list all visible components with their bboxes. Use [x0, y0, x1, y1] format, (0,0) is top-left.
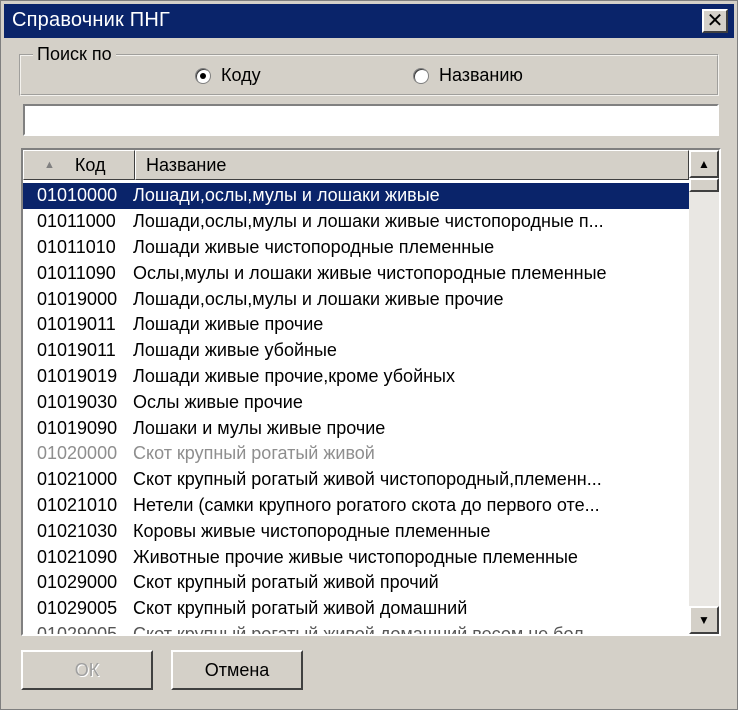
- radio-by-name-label: Названию: [439, 65, 523, 85]
- search-by-legend: Поиск по: [33, 44, 116, 65]
- list-row[interactable]: 01029000 Скот крупный рогатый живой прочи…: [23, 570, 689, 596]
- row-name: Скот крупный рогатый живой домашний весо…: [133, 623, 599, 636]
- row-name: Лошади живые чистопородные племенные: [133, 236, 495, 257]
- radio-by-code[interactable]: Коду: [195, 65, 261, 86]
- arrow-down-icon: ▼: [698, 613, 710, 627]
- list-row[interactable]: 01021090 Животные прочие живые чистопород…: [23, 544, 689, 570]
- row-name: Скот крупный рогатый живой домашний: [133, 598, 468, 619]
- title-bar[interactable]: Справочник ПНГ ✕: [4, 4, 734, 38]
- row-code: 01021010: [37, 494, 118, 515]
- results-list[interactable]: ▲ Код Название 01010000 Лошади,ослы,мулы …: [21, 148, 721, 636]
- row-name: Лошади живые прочие,кроме убойных: [133, 365, 455, 386]
- column-header-code[interactable]: ▲ Код: [23, 150, 135, 180]
- list-row[interactable]: 01019011 Лошади живые прочие: [23, 312, 689, 338]
- column-header-name[interactable]: Название: [135, 150, 689, 180]
- row-code: 01019011: [37, 314, 116, 335]
- radio-by-name[interactable]: Названию: [413, 65, 523, 86]
- scroll-down-button[interactable]: ▼: [689, 606, 719, 634]
- row-name: Скот крупный рогатый живой прочий: [133, 572, 439, 593]
- search-input[interactable]: [25, 106, 721, 136]
- ok-button[interactable]: ОК: [21, 650, 153, 690]
- row-name: Животные прочие живые чистопородные плем…: [133, 546, 578, 567]
- window-title: Справочник ПНГ: [12, 9, 170, 31]
- arrow-up-icon: ▲: [698, 157, 710, 171]
- scroll-thumb[interactable]: [689, 178, 719, 192]
- scroll-up-button[interactable]: ▲: [689, 150, 719, 178]
- row-code: 01021000: [37, 469, 118, 490]
- list-row[interactable]: 01020000 Скот крупный рогатый живой: [23, 441, 689, 467]
- list-row[interactable]: 01011000 Лошади,ослы,мулы и лошаки живые …: [23, 209, 689, 235]
- radio-by-code-label: Коду: [221, 65, 261, 85]
- row-name: Ослы живые прочие: [133, 391, 303, 412]
- row-name: Нетели (самки крупного рогатого скота до…: [133, 494, 600, 515]
- row-name: Лошади живые убойные: [133, 340, 337, 361]
- row-name: Коровы живые чистопородные племенные: [133, 520, 491, 541]
- row-code: 01011010: [37, 236, 116, 257]
- list-row[interactable]: 01019090 Лошаки и мулы живые прочие: [23, 415, 689, 441]
- row-code: 01019011: [37, 340, 116, 361]
- list-row[interactable]: 01029005 Скот крупный рогатый живой домаш…: [23, 596, 689, 622]
- list-row[interactable]: 01021030 Коровы живые чистопородные племе…: [23, 518, 689, 544]
- row-name: Ослы,мулы и лошаки живые чистопородные п…: [133, 262, 607, 283]
- list-rows: 01010000 Лошади,ослы,мулы и лошаки живые 0…: [23, 183, 689, 636]
- search-field[interactable]: [23, 104, 721, 136]
- row-name: Лошади,ослы,мулы и лошаки живые прочие: [133, 288, 504, 309]
- list-header: ▲ Код Название: [23, 150, 693, 180]
- row-code: 01010000: [37, 185, 118, 206]
- row-code: 01029005: [37, 598, 118, 619]
- row-code: 01011090: [37, 262, 116, 283]
- row-code: 01021090: [37, 546, 118, 567]
- list-row[interactable]: 01029005 Скот крупный рогатый живой домаш…: [23, 622, 689, 636]
- list-row[interactable]: 01019019 Лошади живые прочие,кроме убойны…: [23, 364, 689, 390]
- close-button[interactable]: ✕: [702, 9, 728, 33]
- row-name: Лошади,ослы,мулы и лошаки живые: [133, 185, 440, 206]
- row-code: 01021030: [37, 520, 118, 541]
- row-code: 01019000: [37, 288, 118, 309]
- sort-ascending-icon: ▲: [44, 159, 55, 171]
- row-code: 01029005: [37, 623, 118, 636]
- row-name: Лошади,ослы,мулы и лошаки живые чистопор…: [133, 211, 604, 232]
- list-row[interactable]: 01021010 Нетели (самки крупного рогатого …: [23, 493, 689, 519]
- radio-checked-icon[interactable]: [195, 67, 211, 84]
- list-row[interactable]: 01021000 Скот крупный рогатый живой чисто…: [23, 467, 689, 493]
- list-row[interactable]: 01019030 Ослы живые прочие: [23, 389, 689, 415]
- vertical-scrollbar[interactable]: ▲ ▼: [689, 150, 719, 634]
- cancel-button[interactable]: Отмена: [171, 650, 303, 690]
- radio-unchecked-icon[interactable]: [413, 67, 429, 84]
- row-name: Скот крупный рогатый живой: [133, 443, 375, 464]
- row-name: Лошади живые прочие: [133, 314, 324, 335]
- row-name: Лошаки и мулы живые прочие: [133, 417, 386, 438]
- column-header-code-label: Код: [74, 154, 106, 175]
- close-icon: ✕: [706, 10, 724, 32]
- search-by-group: Поиск по Коду Названию: [19, 44, 719, 96]
- row-code: 01019090: [37, 417, 118, 438]
- column-header-name-label: Название: [146, 154, 227, 175]
- list-row[interactable]: 01019011 Лошади живые убойные: [23, 338, 689, 364]
- list-row[interactable]: 01011010 Лошади живые чистопородные племе…: [23, 235, 689, 261]
- row-name: Скот крупный рогатый живой чистопородный…: [133, 469, 602, 490]
- list-row[interactable]: 01019000 Лошади,ослы,мулы и лошаки живые …: [23, 286, 689, 312]
- row-code: 01011000: [37, 211, 116, 232]
- dialog-window: Справочник ПНГ ✕ Поиск по Коду Названию …: [0, 0, 738, 710]
- row-code: 01020000: [37, 443, 118, 464]
- row-code: 01019019: [37, 365, 118, 386]
- list-row[interactable]: 01011090 Ослы,мулы и лошаки живые чистопо…: [23, 260, 689, 286]
- list-row[interactable]: 01010000 Лошади,ослы,мулы и лошаки живые: [23, 183, 689, 209]
- row-code: 01019030: [37, 391, 118, 412]
- row-code: 01029000: [37, 572, 118, 593]
